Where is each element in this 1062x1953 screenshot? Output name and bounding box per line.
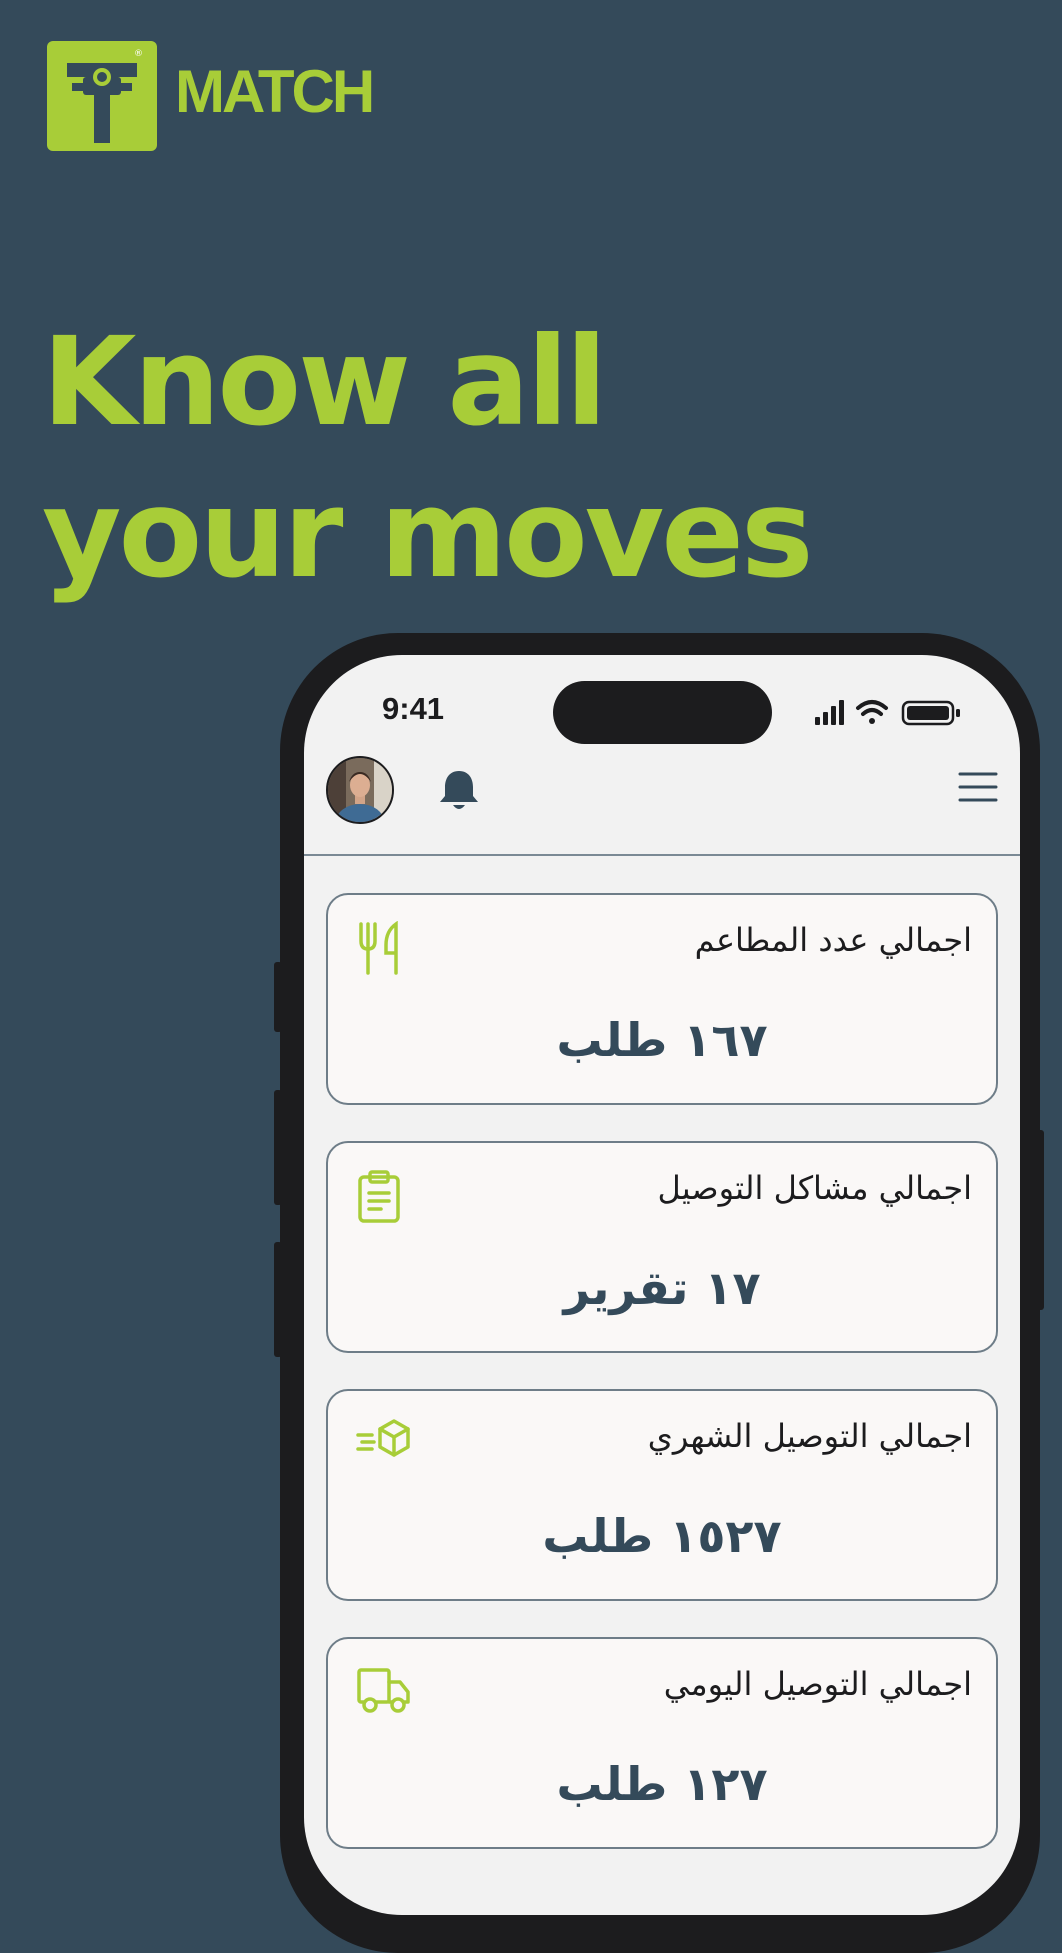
card-value: ١٢٧ طلب — [556, 1757, 768, 1811]
stat-card-delivery-issues[interactable]: اجمالي مشاكل التوصيل ١٧ تقرير — [326, 1141, 998, 1353]
card-title: اجمالي التوصيل اليومي — [663, 1665, 972, 1703]
hamburger-menu-icon[interactable] — [958, 770, 998, 804]
app-header — [304, 750, 1020, 856]
phone-side-button — [274, 1090, 282, 1205]
card-value: ١٦٧ طلب — [556, 1013, 768, 1067]
brand-name: MATCH — [175, 58, 375, 125]
phone-screen: 9:41 اجمالي عدد المطاعم ١٦٧ طلب اجمالي م… — [304, 655, 1020, 1915]
card-value: ١٧ تقرير — [563, 1261, 761, 1315]
card-value: ١٥٢٧ طلب — [542, 1509, 782, 1563]
stat-card-monthly-delivery[interactable]: اجمالي التوصيل الشهري ١٥٢٧ طلب — [326, 1389, 998, 1601]
wifi-icon — [856, 700, 888, 724]
avatar[interactable] — [326, 756, 394, 824]
headline: Know all your moves — [42, 311, 814, 605]
truck-icon — [357, 1668, 410, 1713]
card-title: اجمالي مشاكل التوصيل — [657, 1169, 972, 1207]
cellular-signal-icon — [815, 700, 844, 725]
avatar-photo-icon — [328, 758, 392, 822]
clipboard-icon — [358, 1170, 400, 1223]
card-title: اجمالي عدد المطاعم — [694, 921, 972, 959]
bell-icon[interactable] — [437, 768, 481, 814]
phone-side-button — [274, 962, 282, 1032]
phone-side-button — [1036, 1130, 1044, 1310]
card-title: اجمالي التوصيل الشهري — [647, 1417, 972, 1455]
status-time: 9:41 — [382, 691, 445, 726]
fast-box-icon — [356, 1419, 410, 1457]
stat-card-daily-delivery[interactable]: اجمالي التوصيل اليومي ١٢٧ طلب — [326, 1637, 998, 1849]
status-icons — [815, 700, 960, 726]
stat-card-restaurants[interactable]: اجمالي عدد المطاعم ١٦٧ طلب — [326, 893, 998, 1105]
registered-mark: ® — [134, 49, 143, 59]
phone-side-button — [274, 1242, 282, 1357]
utensils-icon — [359, 921, 398, 975]
dynamic-island — [553, 681, 772, 744]
battery-icon — [901, 700, 960, 726]
